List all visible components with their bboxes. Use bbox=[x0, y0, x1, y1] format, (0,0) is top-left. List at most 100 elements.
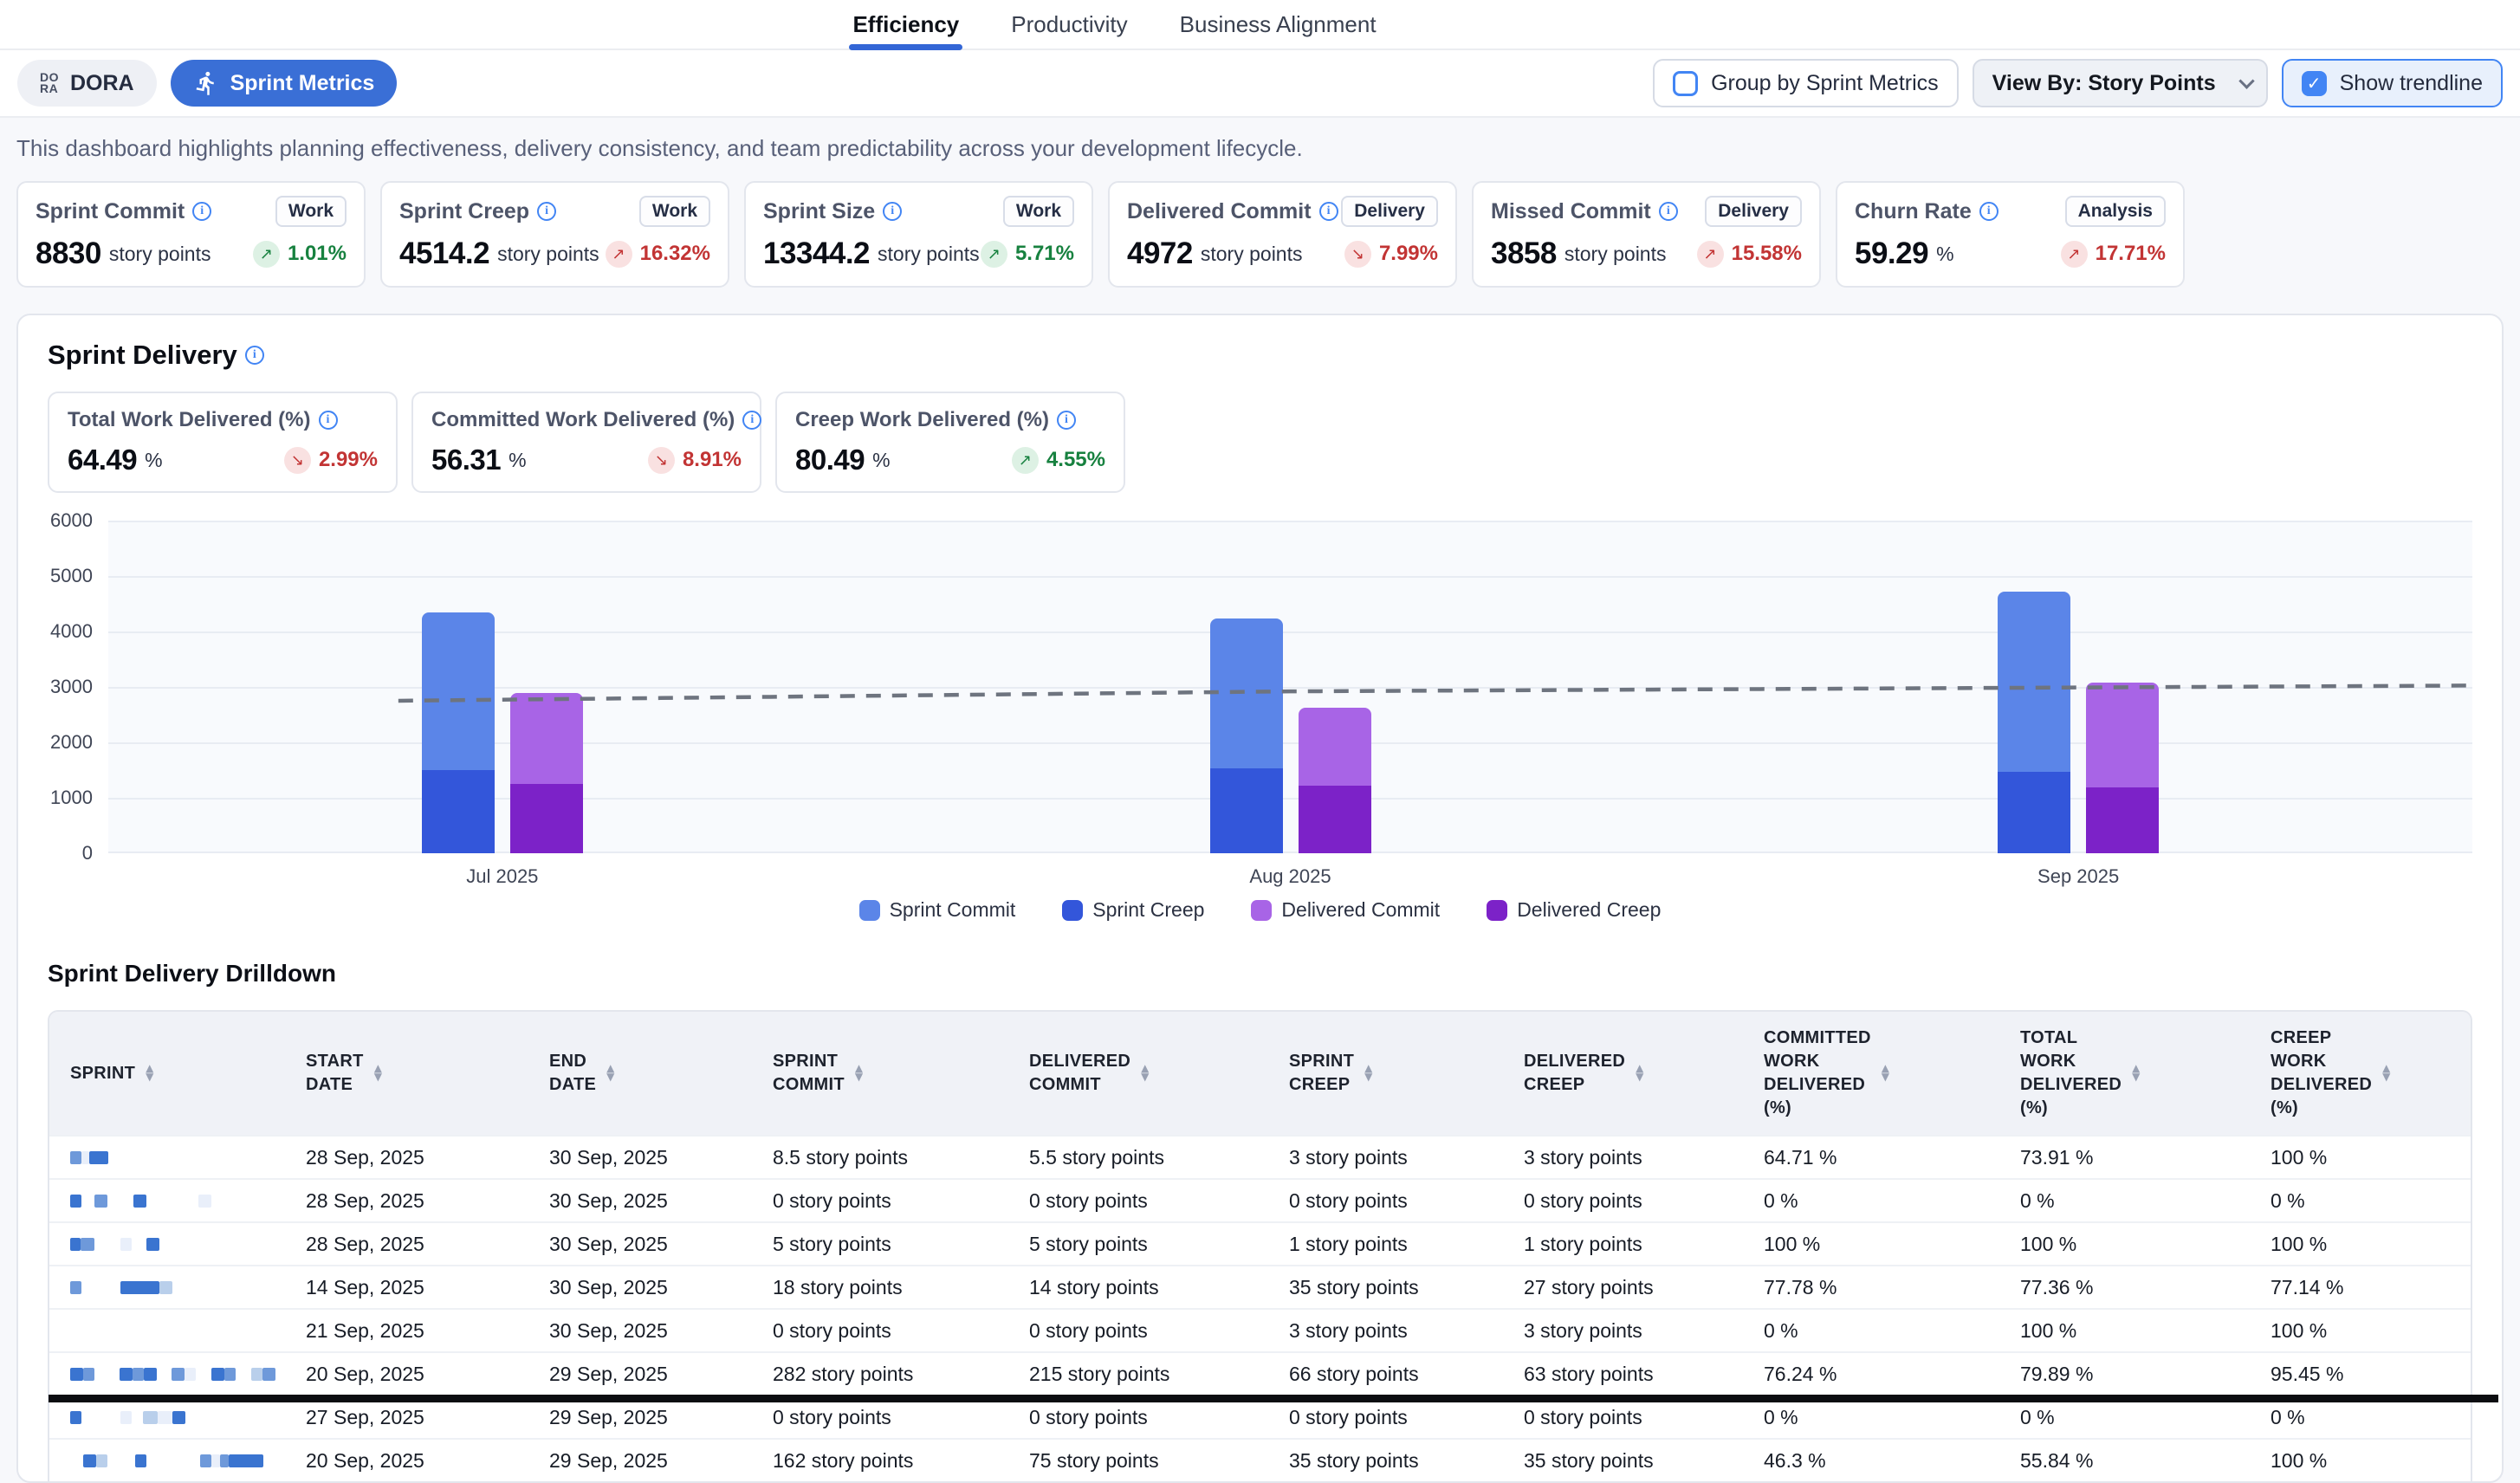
redacted-block bbox=[81, 1195, 94, 1208]
info-icon[interactable]: i bbox=[1659, 202, 1678, 221]
trend-value: 7.99% bbox=[1379, 242, 1438, 266]
stat-value: 80.49 bbox=[795, 444, 865, 476]
legend-item-sprint-commit[interactable]: Sprint Commit bbox=[859, 898, 1016, 922]
chart-plot-area[interactable] bbox=[108, 521, 2472, 853]
table-cell: 29 Sep, 2025 bbox=[528, 1406, 752, 1429]
table-cell: 20 Sep, 2025 bbox=[285, 1449, 528, 1473]
column-header-sprint[interactable]: Sprint▲▼ bbox=[49, 1012, 285, 1135]
column-header-committed-work-delivered[interactable]: Committed Work Delivered (%)▲▼ bbox=[1743, 1012, 1999, 1135]
tab-productivity[interactable]: Productivity bbox=[1011, 0, 1127, 49]
column-header-creep-work-delivered[interactable]: Creep Work Delivered (%)▲▼ bbox=[2250, 1012, 2471, 1135]
redacted-block bbox=[83, 1454, 96, 1467]
horizontal-scrollbar[interactable] bbox=[49, 1395, 2498, 1402]
info-icon[interactable]: i bbox=[319, 411, 338, 430]
info-icon[interactable]: i bbox=[1319, 202, 1338, 221]
table-cell: 29 Sep, 2025 bbox=[528, 1363, 752, 1386]
sort-icon[interactable]: ▲▼ bbox=[606, 1065, 615, 1081]
metric-card-title: Sprint Creep bbox=[399, 199, 529, 224]
info-icon[interactable]: i bbox=[1979, 202, 1999, 221]
table-cell: 0 % bbox=[1743, 1189, 1999, 1213]
sprint-redacted-cell bbox=[49, 1151, 285, 1164]
table-row[interactable]: 28 Sep, 202530 Sep, 20255 story points5 … bbox=[49, 1221, 2471, 1265]
dora-button[interactable]: DORA DORA bbox=[17, 60, 157, 107]
show-trendline-toggle[interactable]: ✓ Show trendline bbox=[2282, 59, 2503, 107]
column-header-start-date[interactable]: Start Date▲▼ bbox=[285, 1012, 528, 1135]
sort-icon[interactable]: ▲▼ bbox=[2382, 1065, 2391, 1081]
sort-icon[interactable]: ▲▼ bbox=[374, 1065, 383, 1081]
table-cell: 28 Sep, 2025 bbox=[285, 1233, 528, 1256]
metric-card-churn-rate: Churn RateiAnalysis59.29%↗17.71% bbox=[1836, 181, 2185, 288]
sprint-metrics-button[interactable]: Sprint Metrics bbox=[171, 60, 398, 107]
redacted-block bbox=[81, 1281, 120, 1294]
table-cell: 55.84 % bbox=[1999, 1449, 2250, 1473]
tab-business-alignment[interactable]: Business Alignment bbox=[1180, 0, 1377, 49]
legend-item-delivered-commit[interactable]: Delivered Commit bbox=[1251, 898, 1440, 922]
legend-item-delivered-creep[interactable]: Delivered Creep bbox=[1487, 898, 1661, 922]
view-by-dropdown[interactable]: View By: Story Points bbox=[1973, 59, 2268, 107]
chart-x-axis: Jul 2025Aug 2025Sep 2025 bbox=[108, 853, 2472, 893]
legend-swatch-icon bbox=[859, 900, 880, 921]
tab-efficiency[interactable]: Efficiency bbox=[852, 0, 959, 49]
legend-item-sprint-creep[interactable]: Sprint Creep bbox=[1062, 898, 1204, 922]
sort-icon[interactable]: ▲▼ bbox=[1882, 1065, 1890, 1081]
sprint-delivery-section: Sprint Delivery i Total Work Delivered (… bbox=[16, 314, 2504, 1483]
legend-label: Sprint Commit bbox=[890, 898, 1016, 922]
metric-value: 4514.2 bbox=[399, 236, 489, 271]
trend-indicator: ↗15.58% bbox=[1697, 241, 1802, 268]
table-row[interactable]: 28 Sep, 202530 Sep, 20258.5 story points… bbox=[49, 1135, 2471, 1178]
table-cell: 0 story points bbox=[1503, 1189, 1743, 1213]
info-icon[interactable]: i bbox=[1057, 411, 1076, 430]
table-cell: 0 story points bbox=[1008, 1406, 1268, 1429]
group-by-sprint-metrics-toggle[interactable]: Group by Sprint Metrics bbox=[1653, 59, 1959, 107]
stat-card-title-text: Total Work Delivered (%) bbox=[68, 408, 311, 432]
sort-icon[interactable]: ▲▼ bbox=[2132, 1065, 2141, 1081]
redacted-block bbox=[157, 1368, 172, 1381]
show-trendline-checkbox[interactable]: ✓ bbox=[2302, 71, 2327, 96]
column-header-delivered-commit[interactable]: Delivered Commit▲▼ bbox=[1008, 1012, 1268, 1135]
trend-down-icon: ↘ bbox=[648, 447, 675, 474]
info-icon[interactable]: i bbox=[245, 346, 264, 365]
column-header-delivered-creep[interactable]: Delivered Creep▲▼ bbox=[1503, 1012, 1743, 1135]
table-cell: 30 Sep, 2025 bbox=[528, 1233, 752, 1256]
table-row[interactable]: 21 Sep, 202530 Sep, 20250 story points0 … bbox=[49, 1308, 2471, 1351]
column-header-total-work-delivered[interactable]: Total Work Delivered (%)▲▼ bbox=[1999, 1012, 2250, 1135]
metric-card-header: Sprint CreepiWork bbox=[399, 196, 710, 227]
column-header-sprint-commit[interactable]: Sprint Commit▲▼ bbox=[752, 1012, 1008, 1135]
trendline bbox=[108, 521, 2472, 853]
table-cell: 3 story points bbox=[1268, 1146, 1503, 1169]
sort-icon[interactable]: ▲▼ bbox=[1364, 1065, 1373, 1081]
chart-legend: Sprint Commit Sprint Creep Delivered Commi… bbox=[48, 898, 2472, 922]
dashboard-description: This dashboard highlights planning effec… bbox=[16, 135, 2504, 162]
sprint-redacted-cell bbox=[49, 1411, 285, 1424]
redacted-block bbox=[146, 1238, 159, 1251]
sort-icon[interactable]: ▲▼ bbox=[1636, 1065, 1644, 1081]
sort-icon[interactable]: ▲▼ bbox=[1141, 1065, 1150, 1081]
drilldown-title: Sprint Delivery Drilldown bbox=[48, 960, 2472, 988]
table-cell: 28 Sep, 2025 bbox=[285, 1146, 528, 1169]
info-icon[interactable]: i bbox=[537, 202, 556, 221]
table-cell: 27 Sep, 2025 bbox=[285, 1406, 528, 1429]
table-cell: 95.45 % bbox=[2250, 1363, 2471, 1386]
info-icon[interactable]: i bbox=[883, 202, 902, 221]
column-header-end-date[interactable]: End Date▲▼ bbox=[528, 1012, 752, 1135]
group-by-checkbox[interactable] bbox=[1673, 71, 1698, 96]
table-cell: 5 story points bbox=[752, 1233, 1008, 1256]
redacted-block bbox=[70, 1151, 81, 1164]
show-trendline-label: Show trendline bbox=[2340, 71, 2483, 96]
info-icon[interactable]: i bbox=[742, 411, 761, 430]
table-cell: 21 Sep, 2025 bbox=[285, 1319, 528, 1343]
table-row[interactable]: 20 Sep, 202529 Sep, 2025162 story points… bbox=[49, 1438, 2471, 1481]
table-row[interactable]: 20 Sep, 202529 Sep, 2025282 story points… bbox=[49, 1351, 2471, 1395]
metric-card-title: Delivered Commit bbox=[1127, 199, 1312, 224]
column-header-sprint-creep[interactable]: Sprint Creep▲▼ bbox=[1268, 1012, 1503, 1135]
redacted-block bbox=[70, 1238, 81, 1251]
table-row[interactable]: 28 Sep, 202530 Sep, 20250 story points0 … bbox=[49, 1178, 2471, 1221]
sort-icon[interactable]: ▲▼ bbox=[146, 1065, 154, 1081]
table-cell: 100 % bbox=[1999, 1233, 2250, 1256]
sort-icon[interactable]: ▲▼ bbox=[855, 1065, 864, 1081]
legend-label: Delivered Creep bbox=[1517, 898, 1661, 922]
info-icon[interactable]: i bbox=[192, 202, 211, 221]
table-row[interactable]: 14 Sep, 202530 Sep, 202518 story points1… bbox=[49, 1265, 2471, 1308]
table-cell: 0 story points bbox=[752, 1189, 1008, 1213]
table-cell: 3 story points bbox=[1268, 1319, 1503, 1343]
